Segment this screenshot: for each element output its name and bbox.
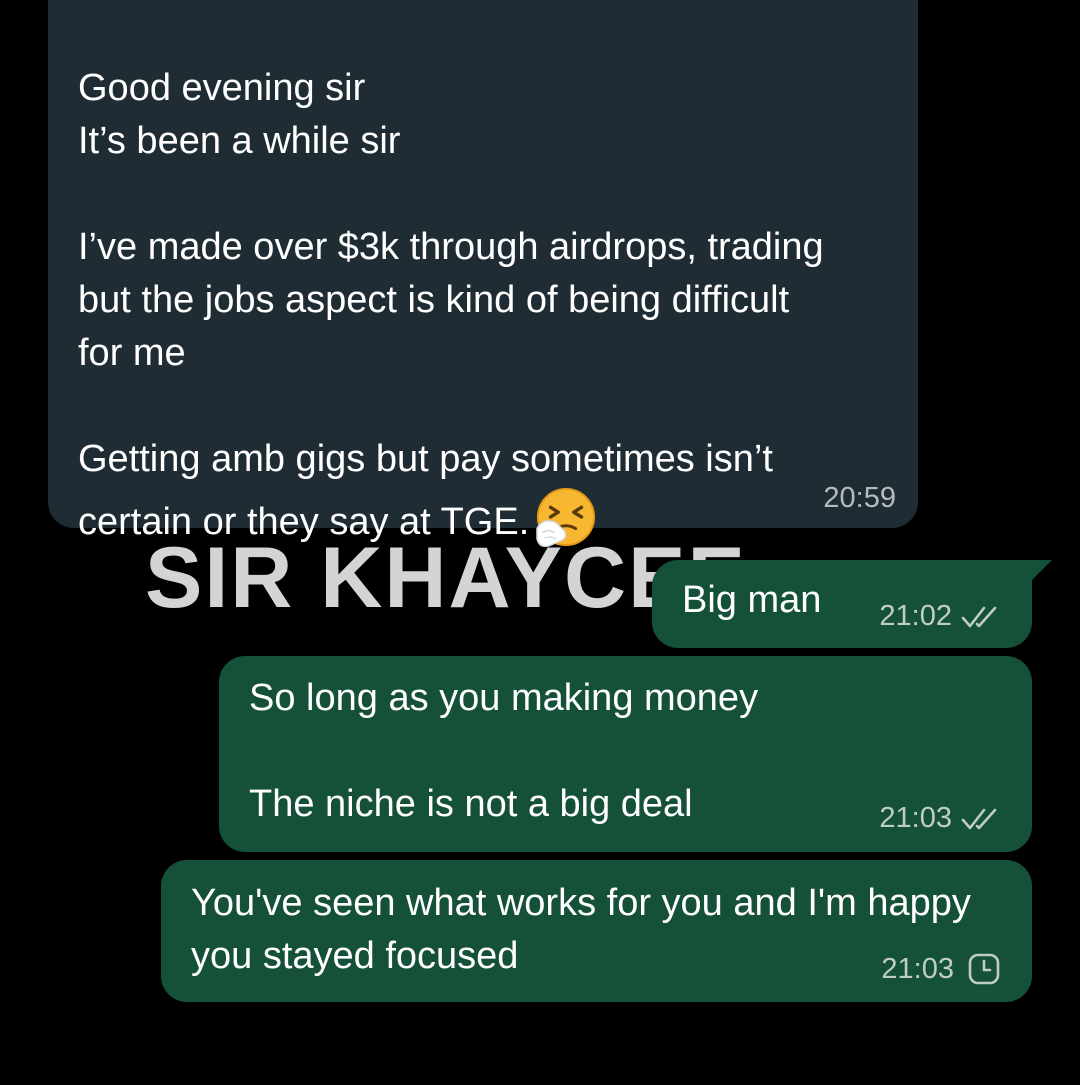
message-meta: 21:02 [879,600,1004,633]
double-check-icon [961,606,997,627]
bubble-tail [1030,560,1052,582]
message-meta: 20:59 [823,482,896,515]
message-text: So long as you making money The niche is… [249,677,759,825]
outgoing-message[interactable]: Big man 21:02 [652,560,1052,648]
message-time: 20:59 [823,482,896,514]
outgoing-message[interactable]: You've seen what works for you and I'm h… [161,860,1032,1002]
message-text: You've seen what works for you and I'm h… [191,882,971,977]
message-meta: 21:03 [881,952,1002,986]
chat-conversation: SIR KHAYCEE Good evening sir It’s been a… [0,0,1080,1085]
clock-pending-icon [968,953,1000,985]
message-time: 21:03 [881,952,954,985]
message-meta: 21:03 [879,802,1004,835]
message-text: Big man [682,579,822,621]
incoming-message[interactable]: Good evening sir It’s been a while sir I… [48,0,918,548]
double-check-icon [961,808,997,829]
sneezing-face-emoji-icon [536,487,596,548]
message-text: Good evening sir It’s been a while sir I… [78,9,838,549]
outgoing-message[interactable]: So long as you making money The niche is… [219,656,1032,852]
message-time: 21:03 [879,802,952,834]
message-time: 21:02 [879,600,952,632]
